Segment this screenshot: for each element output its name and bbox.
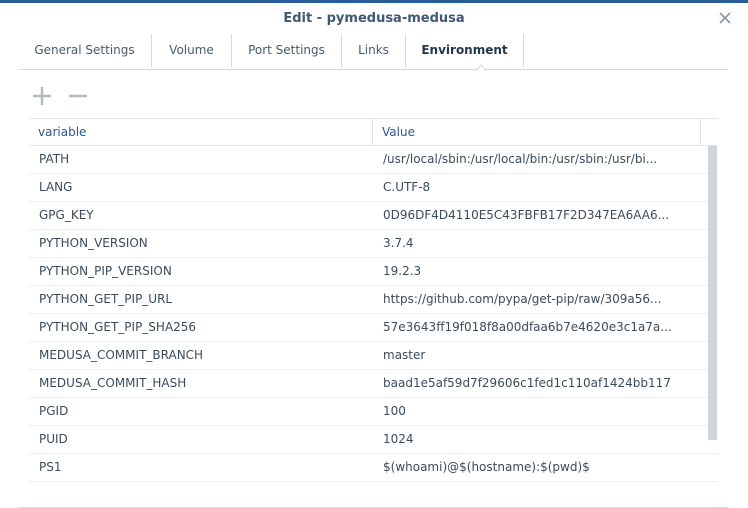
variable-cell: MEDUSA_COMMIT_HASH — [39, 376, 187, 390]
table-row[interactable]: PATH/usr/local/sbin:/usr/local/bin:/usr/… — [29, 146, 718, 174]
variable-cell: GPG_KEY — [39, 208, 94, 222]
dialog-title: Edit - pymedusa-medusa — [283, 11, 465, 26]
minus-icon — [69, 94, 87, 98]
remove-button[interactable] — [67, 85, 89, 107]
variable-cell: PYTHON_GET_PIP_SHA256 — [39, 320, 197, 334]
variable-cell: PGID — [39, 404, 69, 418]
variable-cell: MEDUSA_COMMIT_BRANCH — [39, 348, 204, 362]
table-row[interactable]: PYTHON_GET_PIP_SHA256 57e3643ff19f018f8a0… — [29, 314, 718, 342]
table-row[interactable]: PYTHON_GET_PIP_URL https://github.com/pyp… — [29, 286, 718, 314]
value-cell: 0D96DF4D4110E5C43FBFB17F2D347EA6AA6... — [383, 208, 670, 222]
value-cell: $(whoami)@$(hostname):$(pwd)$ — [383, 460, 590, 474]
tab-links[interactable]: Links — [342, 34, 406, 67]
environment-table: variable Value PATH/usr/local/sbin:/usr/… — [29, 118, 718, 482]
value-cell: 57e3643ff19f018f8a00dfaa6b7e4620e3c1a7a.… — [383, 320, 672, 334]
tab-general-settings[interactable]: General Settings — [18, 34, 152, 67]
close-icon[interactable] — [716, 9, 734, 27]
variable-cell: PS1 — [39, 460, 62, 474]
variable-cell: LANG — [39, 180, 73, 194]
table-row[interactable]: PS1 $(whoami)@$(hostname):$(pwd)$ — [29, 454, 718, 482]
table-row[interactable]: PGID 100 — [29, 398, 718, 426]
value-cell: /usr/local/sbin:/usr/local/bin:/usr/sbin… — [383, 152, 658, 166]
table-row[interactable]: MEDUSA_COMMIT_BRANCH master — [29, 342, 718, 370]
value-cell: 19.2.3 — [383, 264, 422, 278]
variable-cell: PUID — [39, 432, 68, 446]
value-cell: C.UTF-8 — [383, 180, 431, 194]
value-cell: 1024 — [383, 432, 414, 446]
table-row[interactable]: LANG C.UTF-8 — [29, 174, 718, 202]
table-body: PATH/usr/local/sbin:/usr/local/bin:/usr/… — [29, 146, 718, 482]
active-tab-indicator-icon — [476, 64, 486, 71]
table-row[interactable]: PUID 1024 — [29, 426, 718, 454]
tab-port-settings[interactable]: Port Settings — [232, 34, 342, 67]
value-cell: 3.7.4 — [383, 236, 414, 250]
plus-icon — [33, 87, 51, 105]
column-header-variable[interactable]: variable — [29, 119, 373, 146]
value-cell: https://github.com/pypa/get-pip/raw/309a… — [383, 292, 662, 306]
table-row[interactable]: PYTHON_PIP_VERSION 19.2.3 — [29, 258, 718, 286]
table-row[interactable]: MEDUSA_COMMIT_HASH baad1e5af59d7f29606c1f… — [29, 370, 718, 398]
table-header: variable Value — [29, 118, 718, 146]
column-header-value[interactable]: Value — [373, 119, 701, 146]
variable-cell: PYTHON_PIP_VERSION — [39, 264, 172, 278]
variable-cell: PATH — [39, 152, 70, 166]
add-button[interactable] — [31, 85, 53, 107]
vertical-scrollbar[interactable] — [708, 146, 717, 440]
table-row[interactable]: GPG_KEY 0D96DF4D4110E5C43FBFB17F2D347EA6A… — [29, 202, 718, 230]
value-cell: master — [383, 348, 426, 362]
table-row[interactable]: PYTHON_VERSION 3.7.4 — [29, 230, 718, 258]
variable-cell: PYTHON_VERSION — [39, 236, 148, 250]
value-cell: baad1e5af59d7f29606c1fed1c110af1424bb117 — [383, 376, 671, 390]
tab-environment[interactable]: Environment — [406, 34, 524, 67]
value-cell: 100 — [383, 404, 406, 418]
tab-volume[interactable]: Volume — [152, 34, 232, 67]
edit-dialog: Edit - pymedusa-medusa General Settings … — [0, 0, 748, 508]
variable-cell: PYTHON_GET_PIP_URL — [39, 292, 173, 306]
tab-bar: General Settings Volume Port Settings Li… — [18, 34, 728, 71]
